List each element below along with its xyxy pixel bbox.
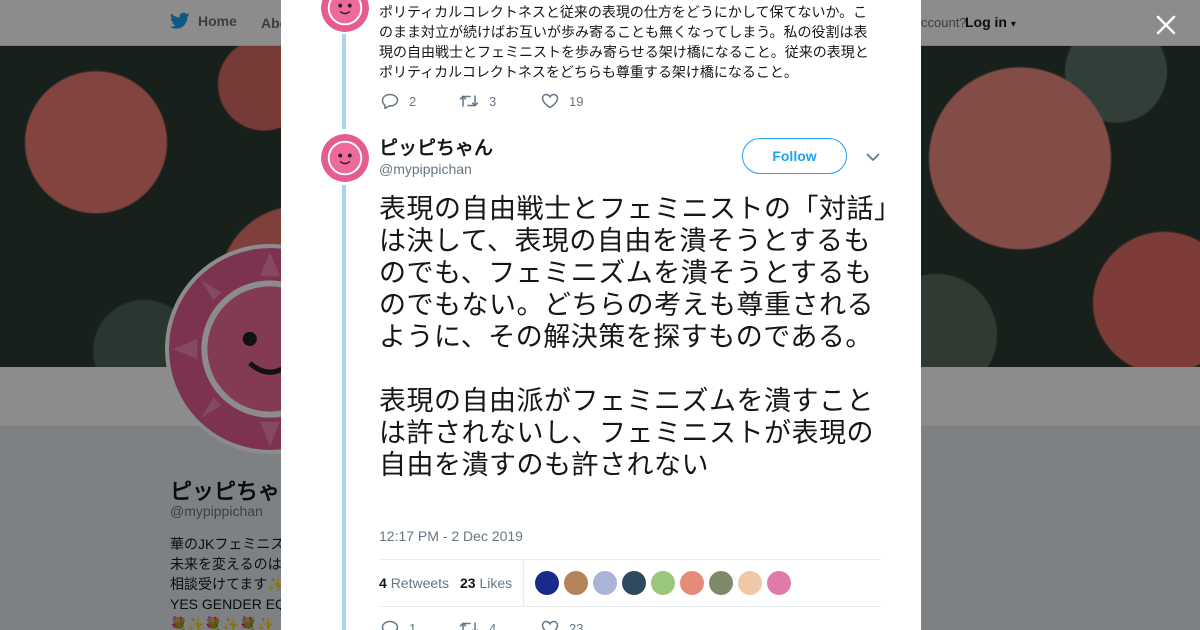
liker-avatar[interactable] <box>651 571 675 595</box>
like-count: 19 <box>569 93 584 109</box>
reply-icon <box>381 620 399 630</box>
retweet-count: 3 <box>489 93 497 109</box>
liker-avatar[interactable] <box>680 571 704 595</box>
tweet-permalink-modal: ポリティカルコレクトネスと従来の表現の仕方をどうにかして保てないか。このまま対立… <box>281 0 921 630</box>
heart-icon <box>541 93 559 109</box>
likes-label: Likes <box>479 575 513 591</box>
likes-stat[interactable]: 23 Likes <box>460 575 512 591</box>
reply-button[interactable]: 1 <box>381 620 459 630</box>
likes-total: 23 <box>460 575 476 591</box>
liker-avatar[interactable] <box>622 571 646 595</box>
liker-avatar[interactable] <box>535 571 559 595</box>
like-button[interactable]: 23 <box>541 620 583 630</box>
follow-button[interactable]: Follow <box>742 138 847 174</box>
liker-avatar[interactable] <box>593 571 617 595</box>
close-icon[interactable] <box>1152 11 1180 39</box>
author-name[interactable]: ピッピちゃん <box>379 133 493 160</box>
reply-icon <box>381 93 399 109</box>
previous-tweet-text: ポリティカルコレクトネスと従来の表現の仕方をどうにかして保てないか。このまま対立… <box>379 4 869 80</box>
stats-divider <box>523 560 524 607</box>
reply-button[interactable]: 2 <box>381 93 459 109</box>
retweet-icon <box>459 622 479 630</box>
previous-tweet-actions: 2 3 19 <box>381 93 583 109</box>
tweet-paragraph: 表現の自由戦士とフェミニストの「対話」は決して、表現の自由を潰そうとするものでも… <box>379 194 888 352</box>
reply-count: 1 <box>409 620 417 630</box>
chevron-down-icon[interactable] <box>865 150 881 164</box>
liker-avatar[interactable] <box>564 571 588 595</box>
reply-count: 2 <box>409 93 417 109</box>
pink-sun-face-icon <box>321 134 369 182</box>
author-handle[interactable]: @mypippichan <box>379 161 472 177</box>
retweets-label: Retweets <box>390 575 450 591</box>
like-button[interactable]: 19 <box>541 93 583 109</box>
tweet-paragraph: 表現の自由派がフェミニズムを潰すことは許されないし、フェミニストが表現の自由を潰… <box>379 386 874 480</box>
liker-avatar[interactable] <box>738 571 762 595</box>
pink-sun-face-icon <box>321 0 369 32</box>
retweet-button[interactable]: 3 <box>459 93 541 109</box>
thread-line <box>342 185 346 630</box>
author-avatar[interactable] <box>321 134 369 182</box>
liker-avatar[interactable] <box>767 571 791 595</box>
retweet-button[interactable]: 4 <box>459 620 541 630</box>
retweet-icon <box>459 95 479 107</box>
tweet-actions: 1 4 23 <box>381 620 583 630</box>
heart-icon <box>541 620 559 630</box>
thread-line <box>342 34 346 129</box>
previous-tweet-avatar[interactable] <box>321 0 369 32</box>
like-count: 23 <box>569 620 584 630</box>
liker-avatar[interactable] <box>709 571 733 595</box>
liker-avatars <box>535 571 791 595</box>
retweets-stat[interactable]: 4 Retweets <box>379 575 449 591</box>
tweet-timestamp[interactable]: 12:17 PM - 2 Dec 2019 <box>379 528 523 544</box>
retweets-total: 4 <box>379 575 387 591</box>
retweet-count: 4 <box>489 620 497 630</box>
tweet-text: 表現の自由戦士とフェミニストの「対話」は決して、表現の自由を潰そうとするものでも… <box>379 193 889 481</box>
tweet-stats: 4 Retweets 23 Likes <box>379 559 881 607</box>
